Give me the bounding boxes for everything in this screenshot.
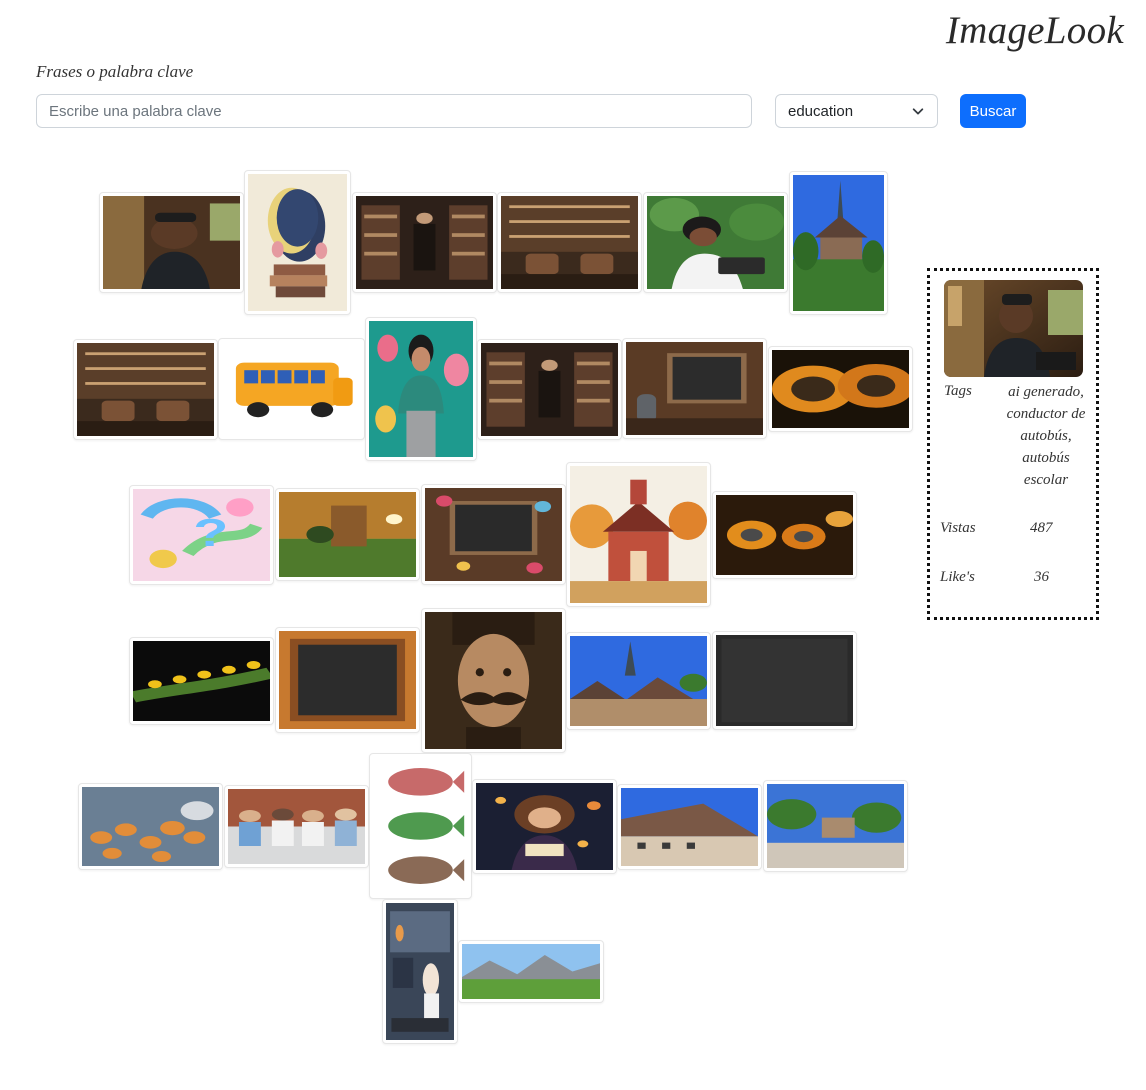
thumb-trees-square[interactable] — [763, 780, 908, 872]
thumb-bus-driver-portrait[interactable] — [99, 192, 244, 293]
thumb-mustache-man[interactable] — [421, 608, 566, 753]
thumb-school-children[interactable] — [224, 785, 369, 868]
thumb-woman-floral-shirt[interactable] — [365, 317, 477, 461]
tags-value: ai generado, conductor de autobús, autob… — [1006, 384, 1086, 488]
thumb-chalkboard-easel[interactable] — [622, 338, 767, 439]
thumb-church-spire[interactable] — [789, 171, 888, 315]
likes-label: Like's — [940, 569, 975, 585]
thumbnail-image — [570, 636, 707, 726]
thumbnail-image — [501, 196, 638, 289]
chevron-down-icon — [912, 108, 924, 115]
thumb-chalkboard-frame[interactable] — [275, 627, 420, 733]
thumb-spore-branch[interactable] — [129, 637, 274, 725]
svg-text:?: ? — [193, 512, 228, 555]
thumb-rooftops-street[interactable] — [617, 784, 762, 870]
thumb-library-person[interactable] — [352, 192, 497, 293]
thumb-girl-reading-night[interactable] — [472, 779, 617, 874]
thumb-library-armchair[interactable] — [477, 339, 622, 440]
thumbnail-image — [356, 196, 493, 289]
thumbnail-image — [279, 492, 416, 577]
thumbnail-image — [222, 342, 361, 436]
details-thumbnail — [944, 280, 1083, 377]
image-details-panel: Tags ai generado, conductor de autobús, … — [927, 268, 1099, 620]
views-value: 487 — [1030, 520, 1053, 536]
thumb-blank-chalkboard[interactable] — [712, 631, 857, 730]
thumbnail-image — [716, 635, 853, 726]
thumbnail-image — [647, 196, 784, 289]
thumb-fungi-macro[interactable] — [78, 783, 223, 870]
thumbnail-image — [767, 784, 904, 868]
thumbnail-image — [425, 612, 562, 749]
likes-value: 36 — [1034, 569, 1049, 585]
thumb-chalkboard-hearts[interactable] — [421, 484, 566, 585]
thumb-seed-pods[interactable] — [712, 491, 857, 579]
thumbnail-image: ? — [133, 489, 270, 581]
thumb-library-study[interactable] — [73, 339, 218, 440]
thumb-book-landscape[interactable] — [275, 488, 420, 581]
search-label: Frases o palabra clave — [36, 62, 194, 81]
views-label: Vistas — [940, 520, 976, 536]
search-button[interactable]: Buscar — [960, 94, 1026, 128]
thumbnail-image — [772, 350, 909, 428]
thumbnail-image — [481, 343, 618, 436]
thumb-moon-over-books[interactable] — [244, 170, 351, 315]
thumbnail-image — [369, 321, 473, 457]
thumb-village-spire[interactable] — [566, 632, 711, 730]
thumbnail-image — [373, 757, 468, 895]
category-select-value: education — [788, 102, 854, 120]
thumbnail-image — [77, 343, 214, 436]
thumb-sunflower-closeup[interactable] — [768, 346, 913, 432]
thumb-red-schoolhouse[interactable] — [566, 462, 711, 607]
thumb-fish-illustration[interactable] — [369, 753, 472, 899]
thumbnail-image — [386, 903, 454, 1040]
search-input[interactable] — [36, 94, 752, 128]
thumbnail-image — [133, 641, 270, 721]
thumbnail-image — [570, 466, 707, 603]
thumbnail-image — [621, 788, 758, 866]
thumbnail-image — [248, 174, 347, 311]
app-logo: ImageLook — [945, 9, 1124, 52]
thumbnail-image — [425, 488, 562, 581]
thumbnail-image — [476, 783, 613, 870]
tags-label: Tags — [944, 383, 972, 399]
thumb-mountain-meadow[interactable] — [458, 940, 604, 1003]
thumbnail-image — [279, 631, 416, 729]
thumb-question-marks[interactable]: ? — [129, 485, 274, 585]
thumbnail-image — [462, 944, 600, 999]
thumbnail-image — [103, 196, 240, 289]
thumb-woman-reading-garden[interactable] — [643, 192, 788, 293]
thumbnail-image — [793, 175, 884, 311]
thumbnail-image — [82, 787, 219, 866]
thumb-library-reading-room[interactable] — [497, 192, 642, 293]
thumb-anime-study-room[interactable] — [382, 899, 458, 1044]
thumbnail-image — [228, 789, 365, 864]
thumbnail-image — [626, 342, 763, 435]
thumbnail-image — [716, 495, 853, 575]
category-select[interactable]: education — [775, 94, 938, 128]
thumb-school-bus[interactable] — [218, 338, 365, 440]
